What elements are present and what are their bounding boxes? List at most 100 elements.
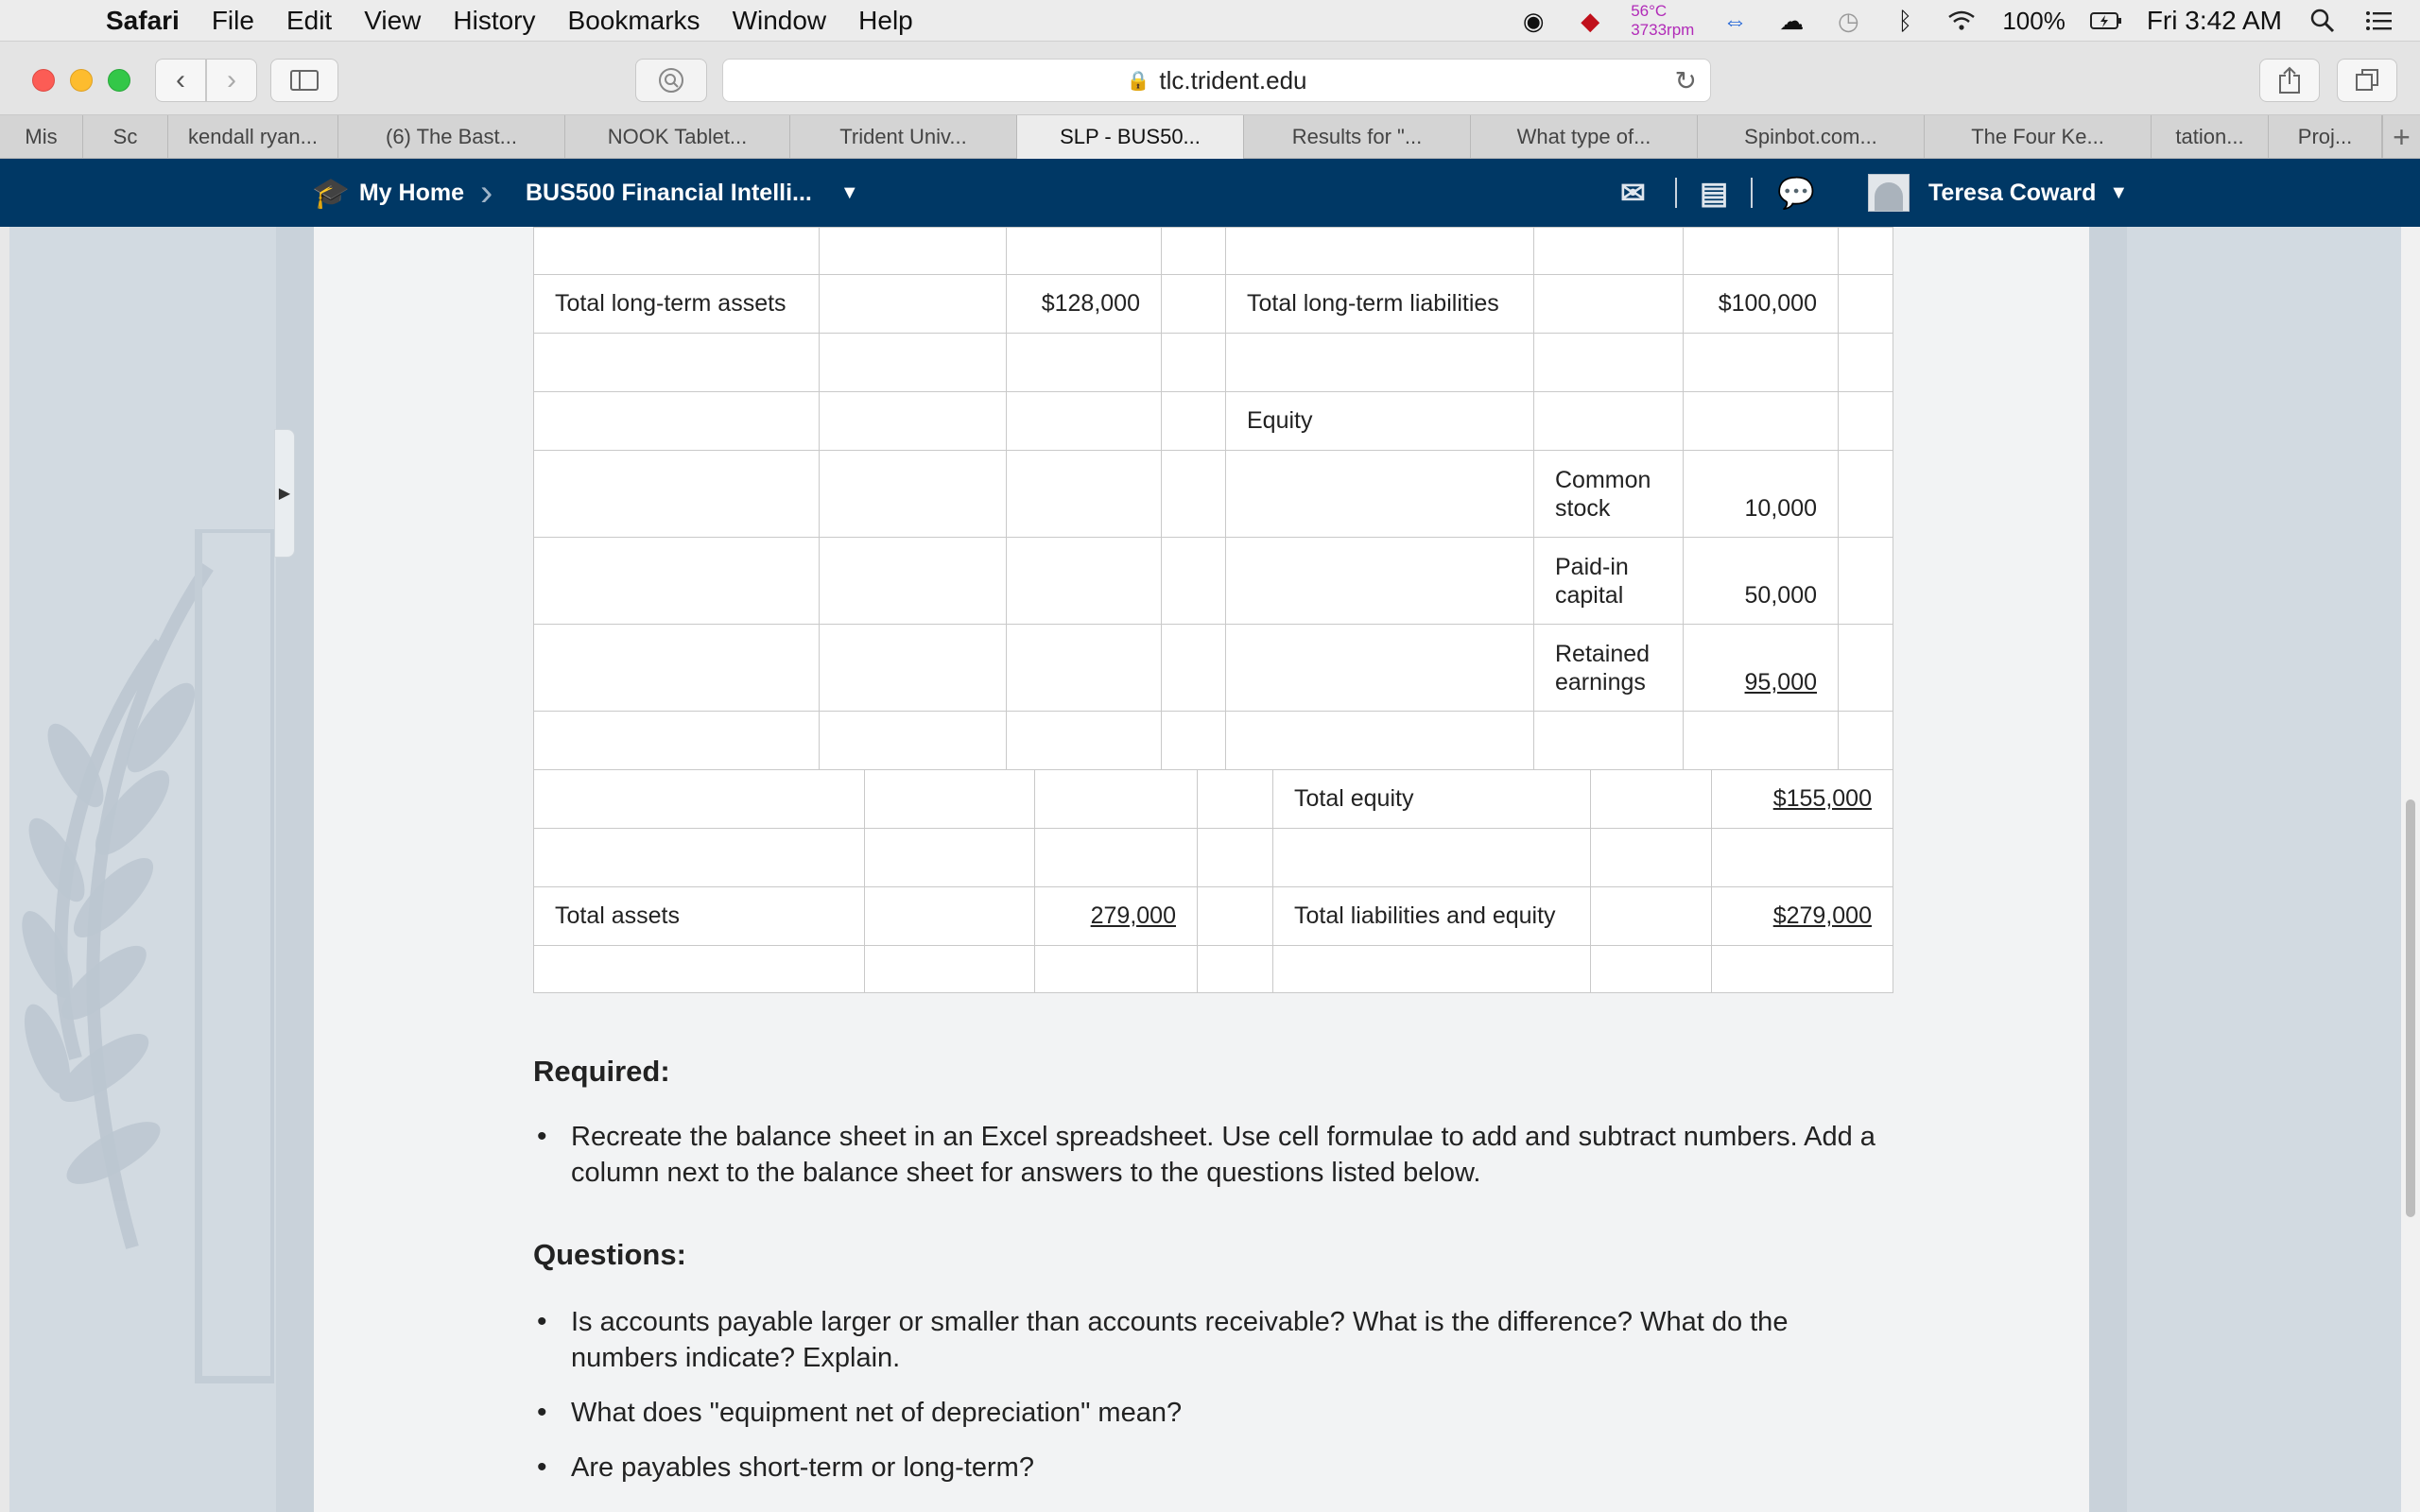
cloud-error-icon[interactable]: ☁ [1775,7,1807,35]
discussions-button[interactable]: 💬 [1777,159,1815,227]
messages-button[interactable]: ✉ [1620,159,1646,227]
tab-tation[interactable]: tation... [2152,115,2269,159]
my-home-link[interactable]: 🎓 My Home [312,159,464,227]
sidebar-icon [290,70,319,91]
menu-window[interactable]: Window [733,6,827,36]
share-icon [2279,66,2300,94]
common-stock-label: Common stock [1533,450,1684,538]
equity-label: Equity [1225,391,1534,451]
tab-the-bast[interactable]: (6) The Bast... [338,115,565,159]
wifi-icon[interactable] [1945,7,1978,35]
reload-icon[interactable]: ↻ [1675,65,1697,96]
user-menu[interactable]: Teresa Coward ▼ [1868,159,2128,227]
caret-down-icon: ▼ [2109,181,2129,203]
page-scrollbar-thumb[interactable] [2406,799,2415,1217]
chevron-left-icon: ‹ [176,64,185,95]
side-drawer-toggle[interactable]: ▶ [274,429,295,558]
table-row: Retained earnings 95,000 [533,624,1893,712]
menu-edit[interactable]: Edit [286,6,332,36]
total-assets-label: Total assets [533,886,865,946]
menu-file[interactable]: File [212,6,254,36]
tab-label: What type of... [1516,125,1651,148]
address-bar-url: tlc.trident.edu [1159,65,1307,94]
browser-toolbar: ‹ › 🔒 tlc.trident.edu ↻ [0,42,2420,115]
table-row [533,945,1893,993]
forward-button[interactable]: › [206,59,257,102]
back-button[interactable]: ‹ [155,59,206,102]
minimize-window-button[interactable] [70,69,93,92]
avatar [1868,174,1910,212]
balance-sheet-table-upper: Total long-term assets $128,000 Total lo… [533,227,1893,770]
tab-label: Mis [25,125,58,148]
plus-icon: + [2393,119,2411,154]
tab-kendall-ryan[interactable]: kendall ryan... [168,115,338,159]
menu-history[interactable]: History [453,6,535,36]
zoom-window-button[interactable] [108,69,130,92]
clipboard-check-icon: ▤ [1700,176,1729,210]
tab-sc[interactable]: Sc [83,115,168,159]
temperature-value: 56°C [1631,2,1668,20]
nav-divider [1675,159,1677,227]
triangle-right-icon: ▶ [278,486,291,502]
tab-nook-tablet[interactable]: NOOK Tablet... [565,115,790,159]
battery-icon[interactable] [2089,7,2122,35]
time-machine-icon[interactable]: ◷ [1832,7,1864,35]
user-name: Teresa Coward [1928,179,2097,206]
spotlight-search-icon[interactable] [2307,7,2339,35]
tab-proj[interactable]: Proj... [2269,115,2382,159]
tab-spinbot[interactable]: Spinbot.com... [1698,115,1925,159]
show-sidebar-button[interactable] [270,59,338,102]
clock[interactable]: Fri 3:42 AM [2147,6,2282,36]
menu-bookmarks[interactable]: Bookmarks [568,6,700,36]
battery-percent[interactable]: 100% [2002,7,2066,36]
tab-slp-bus500[interactable]: SLP - BUS50... [1017,115,1244,159]
teamviewer-icon[interactable]: ⇔ [1719,7,1751,35]
table-row: Total assets 279,000 Total liabilities a… [533,886,1893,946]
nav-divider [1751,159,1753,227]
share-button[interactable] [2259,59,2320,102]
show-all-tabs-button[interactable] [2337,59,2397,102]
table-row: Total equity $155,000 [533,769,1893,829]
tab-what-type-of[interactable]: What type of... [1471,115,1698,159]
list-item: Is accounts payable larger or smaller th… [533,1304,1894,1376]
course-dropdown[interactable]: BUS500 Financial Intelli... ▼ [526,159,859,227]
fan-rpm-value: 3733rpm [1631,21,1695,39]
red-diamond-icon[interactable]: ◆ [1574,7,1606,35]
list-item: What does "equipment net of depreciation… [533,1395,1894,1431]
table-row [533,828,1893,887]
address-bar[interactable]: 🔒 tlc.trident.edu ↻ [722,59,1711,102]
notification-center-icon[interactable] [2363,7,2395,35]
total-long-term-liabilities-label: Total long-term liabilities [1225,274,1534,334]
page-body: ▶ Total long-term assets $128,000 Total … [0,227,2420,1512]
tab-mis[interactable]: Mis [0,115,83,159]
required-list: Recreate the balance sheet in an Excel s… [533,1119,1894,1210]
new-tab-button[interactable]: + [2382,115,2420,159]
breadcrumb-separator: › [480,159,493,227]
eye-icon[interactable]: ◉ [1517,7,1549,35]
total-equity-value: $155,000 [1772,785,1872,812]
menu-view[interactable]: View [364,6,421,36]
tab-label: SLP - BUS50... [1060,125,1201,148]
caret-down-icon: ▼ [839,181,859,203]
tab-label: tation... [2175,125,2244,148]
privacy-report-button[interactable] [635,59,707,102]
questions-heading: Questions: [533,1238,686,1271]
total-liabilities-and-equity-label: Total liabilities and equity [1272,886,1591,946]
site-nav-bar: 🎓 My Home › BUS500 Financial Intelli... … [0,159,2420,227]
menu-help[interactable]: Help [858,6,913,36]
table-row: Total long-term assets $128,000 Total lo… [533,274,1893,334]
close-window-button[interactable] [32,69,55,92]
tab-trident-univ[interactable]: Trident Univ... [790,115,1017,159]
assignments-button[interactable]: ▤ [1700,159,1728,227]
tab-the-four-ke[interactable]: The Four Ke... [1925,115,2152,159]
tab-label: Trident Univ... [839,125,967,148]
temperature-readout[interactable]: 56°C 3733rpm [1631,2,1694,40]
tab-results-for[interactable]: Results for "... [1244,115,1471,159]
list-item: Are payables short-term or long-term? [533,1450,1894,1486]
retained-earnings-value: 95,000 [1744,668,1817,696]
tabs-overview-icon [2356,69,2378,91]
mac-menu-bar: Safari File Edit View History Bookmarks … [0,0,2420,42]
chat-bubbles-icon: 💬 [1777,176,1815,210]
menu-app-safari[interactable]: Safari [106,6,180,36]
bluetooth-icon[interactable]: ᛒ [1889,7,1921,35]
